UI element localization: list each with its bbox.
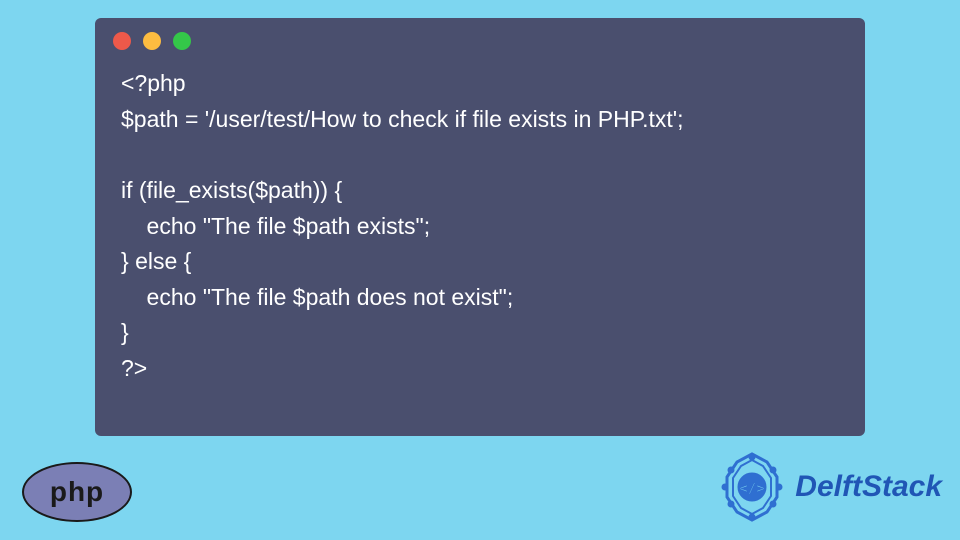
window-titlebar [95, 18, 865, 58]
php-label: php [50, 476, 104, 508]
code-block: <?php $path = '/user/test/How to check i… [95, 58, 865, 403]
delftstack-icon: </> [717, 452, 787, 522]
close-icon [113, 32, 131, 50]
php-language-badge: php [22, 462, 132, 522]
brand-logo: </> DelftStack [717, 452, 942, 522]
svg-text:</>: </> [740, 481, 765, 497]
brand-name: DelftStack [795, 470, 942, 504]
code-window: <?php $path = '/user/test/How to check i… [95, 18, 865, 436]
php-ellipse-icon: php [22, 462, 132, 522]
minimize-icon [143, 32, 161, 50]
maximize-icon [173, 32, 191, 50]
